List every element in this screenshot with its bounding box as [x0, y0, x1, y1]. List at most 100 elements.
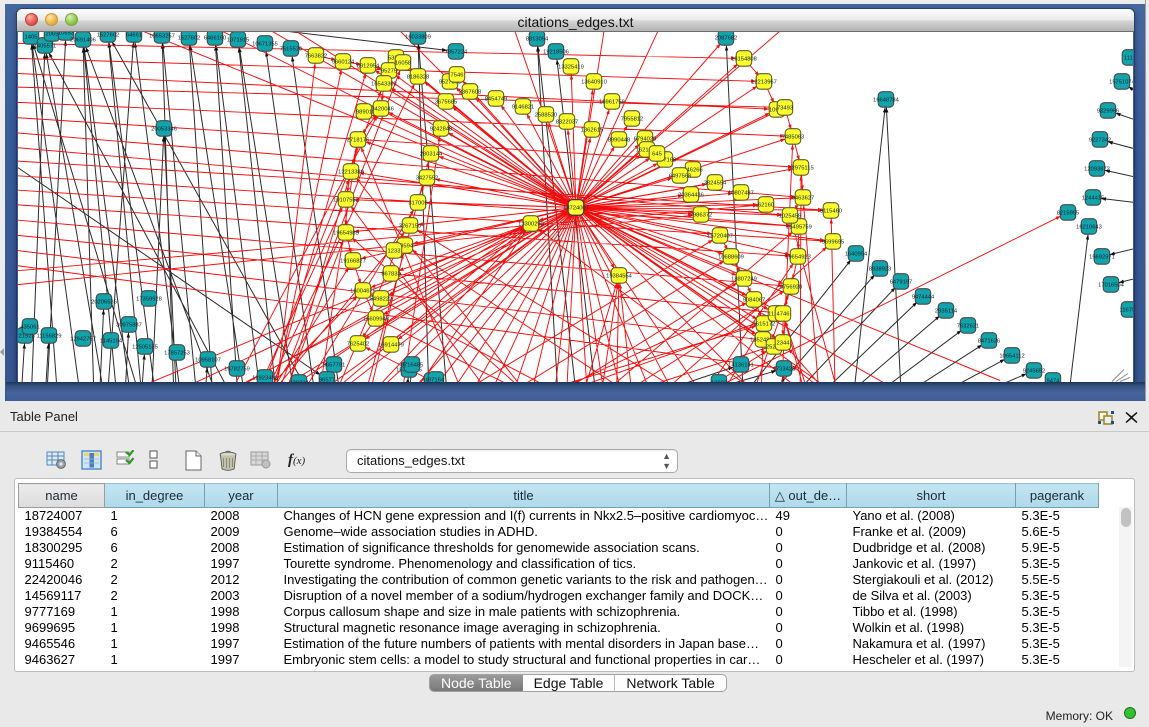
svg-text:6479197: 6479197 — [890, 280, 913, 286]
svg-text:98901: 98901 — [356, 110, 372, 116]
svg-text:6497568: 6497568 — [669, 174, 692, 180]
svg-text:435061: 435061 — [20, 325, 39, 331]
svg-text:12505135: 12505135 — [132, 345, 158, 351]
svg-text:19166827: 19166827 — [340, 259, 366, 265]
svg-text:9660124: 9660124 — [332, 60, 355, 66]
svg-text:1527602: 1527602 — [178, 36, 201, 42]
svg-text:9463627: 9463627 — [792, 196, 815, 202]
svg-text:1025458: 1025458 — [779, 214, 802, 220]
svg-text:16961758: 16961758 — [599, 100, 625, 106]
svg-text:2935114: 2935114 — [935, 309, 958, 315]
svg-text:9242848: 9242848 — [430, 127, 453, 133]
svg-text:9084067: 9084067 — [743, 298, 766, 304]
svg-text:2803144: 2803144 — [420, 152, 443, 158]
svg-text:8186328: 8186328 — [407, 75, 430, 81]
svg-text:20364436: 20364436 — [678, 193, 704, 199]
svg-text:73493: 73493 — [777, 106, 793, 112]
svg-text:12942757: 12942757 — [70, 337, 96, 343]
svg-text:15609948: 15609948 — [363, 317, 389, 323]
svg-text:19384554: 19384554 — [606, 274, 633, 280]
svg-text:10653257: 10653257 — [149, 34, 175, 40]
svg-text:12975115: 12975115 — [788, 166, 813, 172]
svg-text:867833: 867833 — [381, 272, 400, 278]
svg-text:16648784: 16648784 — [873, 98, 900, 104]
svg-text:2087682: 2087682 — [715, 36, 738, 42]
svg-text:7515526: 7515526 — [280, 47, 303, 53]
svg-text:7485063: 7485063 — [782, 135, 805, 141]
svg-text:12213389: 12213389 — [338, 170, 364, 176]
svg-text:15720407: 15720407 — [707, 234, 733, 240]
svg-text:7625402: 7625402 — [347, 342, 370, 348]
svg-text:1733426: 1733426 — [773, 367, 796, 373]
svg-text:13640910: 13640910 — [581, 80, 607, 86]
svg-text:20691406: 20691406 — [70, 38, 96, 44]
svg-text:19654923: 19654923 — [785, 255, 811, 261]
svg-text:1405571: 1405571 — [34, 44, 57, 50]
svg-text:1362615: 1362615 — [581, 128, 604, 134]
svg-text:19654985: 19654985 — [333, 231, 359, 237]
svg-text:10671355: 10671355 — [252, 42, 278, 48]
svg-text:8813054: 8813054 — [526, 37, 549, 43]
svg-text:13300295: 13300295 — [518, 222, 544, 228]
svg-text:19218506: 19218506 — [543, 50, 569, 56]
svg-text:3675685: 3675685 — [435, 100, 458, 106]
svg-text:5498222: 5498222 — [370, 297, 393, 303]
svg-text:7632621: 7632621 — [957, 324, 980, 330]
svg-text:15495759: 15495759 — [786, 225, 812, 231]
svg-text:10807487: 10807487 — [728, 191, 754, 197]
svg-text:2069: 2069 — [46, 32, 59, 38]
svg-text:10107552: 10107552 — [333, 198, 359, 204]
svg-text:9146821: 9146821 — [512, 105, 535, 111]
svg-text:9227342: 9227342 — [1089, 138, 1112, 144]
svg-text:7857224: 7857224 — [445, 50, 468, 56]
svg-text:6466160: 6466160 — [204, 36, 227, 42]
svg-text:4746: 4746 — [777, 312, 790, 318]
svg-text:16154808: 16154808 — [731, 57, 757, 63]
svg-text:1112: 1112 — [1124, 56, 1133, 62]
svg-text:95275: 95275 — [381, 69, 397, 75]
svg-text:10654112: 10654112 — [999, 354, 1024, 360]
svg-text:9245652: 9245652 — [1023, 369, 1046, 375]
svg-text:1527602: 1527602 — [97, 33, 120, 39]
svg-text:13325419: 13325419 — [558, 65, 584, 71]
svg-text:10688609: 10688609 — [718, 255, 744, 261]
svg-text:1233: 1233 — [388, 249, 401, 255]
svg-text:8471626: 8471626 — [978, 339, 1001, 345]
svg-text:7546: 7546 — [451, 73, 464, 79]
svg-text:16210643: 16210643 — [1076, 225, 1102, 231]
svg-text:20206536: 20206536 — [91, 300, 117, 306]
svg-text:18724007: 18724007 — [563, 206, 589, 212]
svg-text:1244415: 1244415 — [1082, 196, 1105, 202]
svg-text:8938923: 8938923 — [869, 267, 892, 273]
svg-text:62160: 62160 — [758, 203, 774, 209]
svg-text:317006: 317006 — [408, 201, 427, 207]
svg-text:1405: 1405 — [25, 35, 38, 41]
svg-text:3267150: 3267150 — [399, 224, 422, 230]
svg-text:17857253: 17857253 — [164, 351, 190, 357]
svg-text:8322037: 8322037 — [556, 120, 579, 126]
svg-text:17016504: 17016504 — [1098, 283, 1125, 289]
svg-text:15692971: 15692971 — [1089, 255, 1115, 261]
svg-text:3824554: 3824554 — [704, 181, 727, 187]
svg-text:2718176: 2718176 — [347, 138, 370, 144]
svg-text:10653: 10653 — [58, 32, 74, 37]
svg-text:1640954: 1640954 — [845, 252, 868, 258]
svg-text:9474444: 9474444 — [912, 295, 935, 301]
svg-text:1145194: 1145194 — [100, 339, 123, 345]
svg-text:16914479: 16914479 — [378, 343, 404, 349]
svg-text:8454749: 8454749 — [485, 97, 508, 103]
svg-text:116753: 116753 — [1120, 308, 1133, 314]
svg-text:9756928: 9756928 — [780, 285, 803, 291]
svg-text:17359928: 17359928 — [136, 297, 162, 303]
svg-text:7986372: 7986372 — [690, 213, 713, 219]
svg-text:20053346: 20053346 — [151, 127, 177, 133]
svg-text:2367608: 2367608 — [459, 90, 482, 96]
svg-text:12093872: 12093872 — [1084, 167, 1110, 173]
svg-text:64661: 64661 — [126, 33, 142, 39]
svg-text:11156829: 11156829 — [37, 334, 62, 340]
svg-text:1615172: 1615172 — [753, 322, 776, 328]
svg-text:8215955: 8215955 — [1057, 211, 1080, 217]
svg-text:9657791: 9657791 — [323, 363, 346, 369]
svg-text:9115460: 9115460 — [820, 209, 842, 215]
svg-text:10958107: 10958107 — [195, 358, 221, 364]
